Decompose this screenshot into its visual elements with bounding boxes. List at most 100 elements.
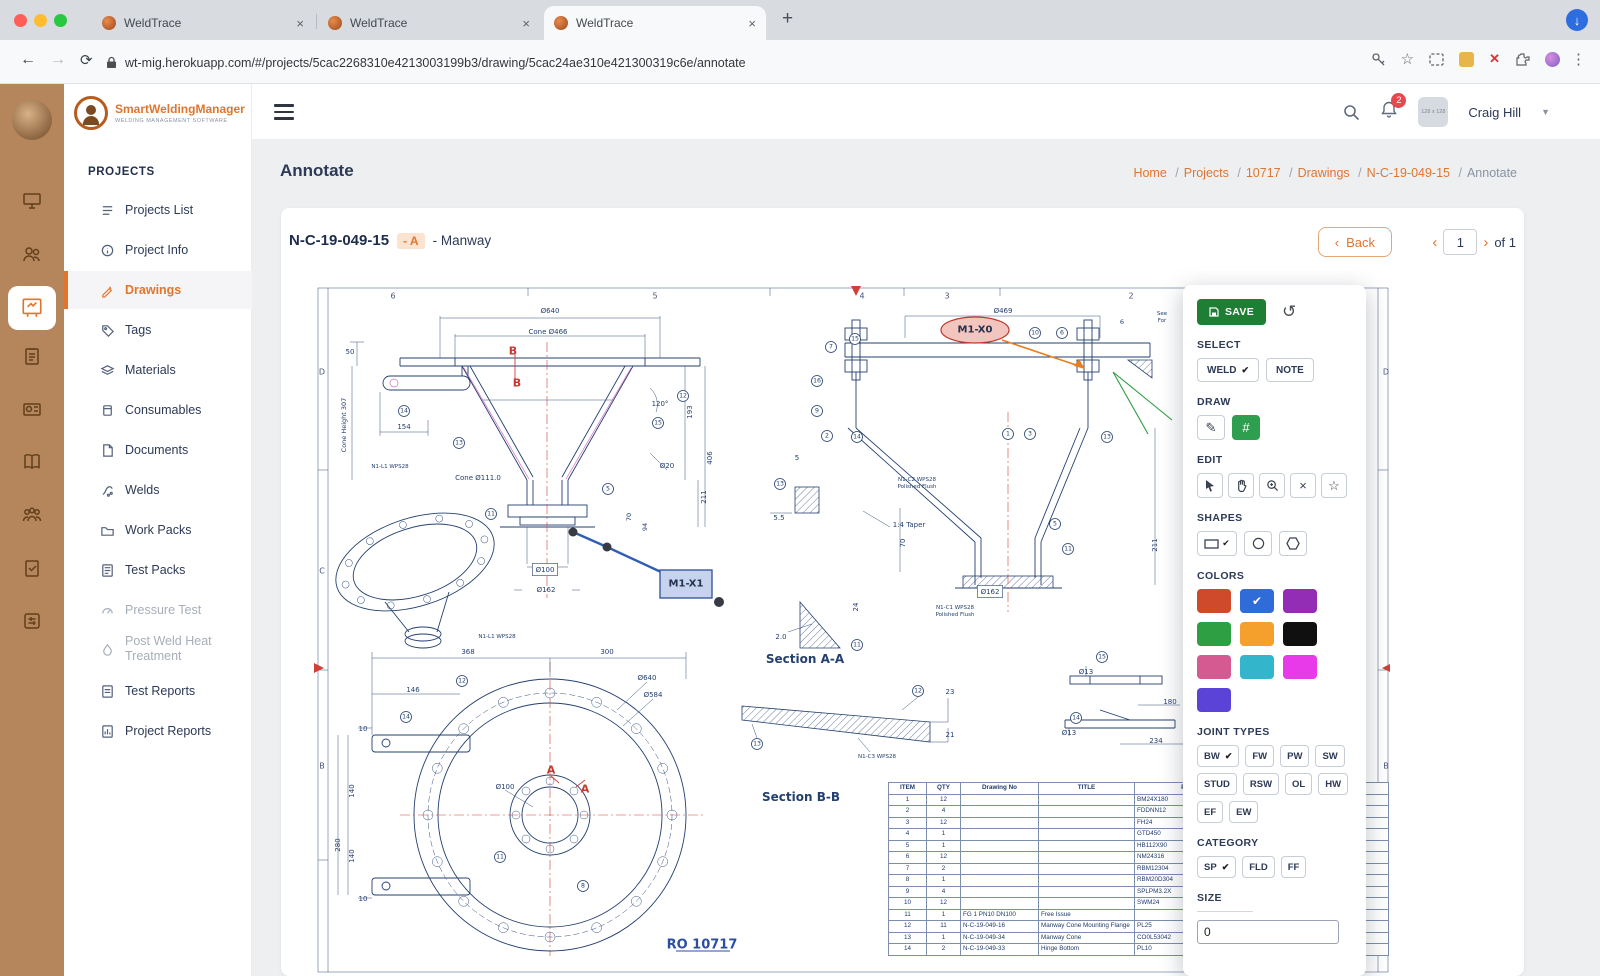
category-sp[interactable]: SP✔ bbox=[1197, 856, 1236, 878]
color-swatch[interactable] bbox=[1283, 655, 1317, 679]
sidebar-item-tags[interactable]: Tags bbox=[64, 311, 252, 349]
sidebar-item-consumables[interactable]: Consumables bbox=[64, 391, 252, 429]
color-swatch[interactable] bbox=[1283, 622, 1317, 646]
annotation-point[interactable] bbox=[714, 597, 724, 607]
color-swatch[interactable] bbox=[1240, 622, 1274, 646]
sidebar-item-test-packs[interactable]: Test Packs bbox=[64, 551, 252, 589]
draw-hash-button[interactable]: # bbox=[1232, 415, 1260, 440]
extension-blocker-icon[interactable]: ✕ bbox=[1489, 51, 1500, 67]
breadcrumb-drawings[interactable]: Drawings bbox=[1298, 166, 1362, 180]
page-next-icon[interactable]: › bbox=[1483, 234, 1488, 251]
color-swatch[interactable] bbox=[1197, 589, 1231, 613]
shape-hexagon-button[interactable] bbox=[1279, 531, 1307, 556]
extensions-puzzle-icon[interactable] bbox=[1515, 52, 1530, 67]
tab-close-icon[interactable]: × bbox=[748, 16, 756, 31]
rail-item-machine[interactable] bbox=[15, 392, 49, 426]
shape-rectangle-button[interactable]: ✔ bbox=[1197, 531, 1237, 556]
extension-highlighter-icon[interactable] bbox=[1459, 52, 1474, 67]
breadcrumb-drawing-number[interactable]: N-C-19-049-15 bbox=[1367, 166, 1462, 180]
select-note-button[interactable]: NOTE bbox=[1266, 358, 1314, 382]
joint-type-stud[interactable]: STUD bbox=[1197, 773, 1237, 795]
sidebar-item-materials[interactable]: Materials bbox=[64, 351, 252, 389]
color-swatch[interactable] bbox=[1197, 655, 1231, 679]
rail-item-settings[interactable] bbox=[15, 604, 49, 638]
back-nav-icon[interactable]: ← bbox=[20, 51, 36, 69]
sidebar-item-projects-list[interactable]: Projects List bbox=[64, 191, 252, 229]
rail-item-clipboard[interactable] bbox=[15, 339, 49, 373]
sidebar-item-project-reports[interactable]: Project Reports bbox=[64, 712, 252, 750]
color-swatch[interactable] bbox=[1283, 589, 1317, 613]
annotation-point[interactable] bbox=[569, 528, 578, 537]
rail-user-avatar[interactable] bbox=[12, 100, 52, 140]
annotation-point[interactable] bbox=[603, 543, 612, 552]
edit-cursor-button[interactable] bbox=[1197, 473, 1223, 498]
sidebar-item-welds[interactable]: Welds bbox=[64, 471, 252, 509]
color-swatch[interactable] bbox=[1197, 688, 1231, 712]
user-name[interactable]: Craig Hill bbox=[1468, 105, 1521, 120]
screenshot-icon[interactable] bbox=[1429, 53, 1444, 66]
browser-update-icon[interactable]: ↓ bbox=[1566, 9, 1588, 31]
rail-item-drawings[interactable] bbox=[8, 286, 56, 330]
joint-type-pw[interactable]: PW bbox=[1280, 745, 1309, 767]
joint-type-ew[interactable]: EW bbox=[1229, 801, 1258, 823]
sidebar-item-pressure-test[interactable]: Pressure Test bbox=[64, 591, 252, 629]
joint-type-rsw[interactable]: RSW bbox=[1243, 773, 1279, 795]
rail-item-tasks[interactable] bbox=[15, 551, 49, 585]
joint-type-ol[interactable]: OL bbox=[1285, 773, 1312, 795]
browser-tab[interactable]: WeldTrace × bbox=[92, 6, 314, 40]
search-icon[interactable] bbox=[1343, 104, 1360, 121]
color-swatch[interactable] bbox=[1240, 655, 1274, 679]
size-input[interactable] bbox=[1197, 920, 1339, 944]
shape-circle-button[interactable] bbox=[1244, 531, 1272, 556]
sidebar-item-documents[interactable]: Documents bbox=[64, 431, 252, 469]
joint-type-sw[interactable]: SW bbox=[1315, 745, 1344, 767]
page-number-input[interactable] bbox=[1443, 229, 1477, 255]
category-ff[interactable]: FF bbox=[1281, 856, 1307, 878]
new-tab-button[interactable]: + bbox=[782, 8, 793, 30]
category-fld[interactable]: FLD bbox=[1242, 856, 1274, 878]
browser-tab[interactable]: WeldTrace × bbox=[318, 6, 540, 40]
browser-tab-active[interactable]: WeldTrace × bbox=[544, 6, 766, 40]
color-swatch[interactable] bbox=[1197, 622, 1231, 646]
hamburger-menu-icon[interactable] bbox=[274, 104, 294, 124]
edit-delete-button[interactable]: × bbox=[1290, 473, 1316, 498]
breadcrumb-home[interactable]: Home bbox=[1133, 166, 1178, 180]
window-minimize-button[interactable] bbox=[34, 14, 47, 27]
rail-item-book[interactable] bbox=[15, 445, 49, 479]
app-logo[interactable]: SmartWeldingManager WELDING MANAGEMENT S… bbox=[74, 96, 245, 130]
reload-icon[interactable]: ⟳ bbox=[80, 51, 93, 69]
color-swatch-selected[interactable] bbox=[1240, 589, 1274, 613]
edit-zoom-button[interactable] bbox=[1259, 473, 1285, 498]
joint-type-fw[interactable]: FW bbox=[1245, 745, 1274, 767]
breadcrumb-project-number[interactable]: 10717 bbox=[1246, 166, 1293, 180]
rail-item-dashboard[interactable] bbox=[15, 184, 49, 218]
sidebar-item-test-reports[interactable]: Test Reports bbox=[64, 672, 252, 710]
save-button[interactable]: SAVE bbox=[1197, 299, 1266, 325]
address-bar[interactable]: wt-mig.herokuapp.com/#/projects/5cac2268… bbox=[106, 49, 1296, 76]
key-icon[interactable] bbox=[1371, 52, 1386, 67]
joint-type-ef[interactable]: EF bbox=[1197, 801, 1223, 823]
breadcrumb-projects[interactable]: Projects bbox=[1184, 166, 1241, 180]
tab-close-icon[interactable]: × bbox=[296, 16, 304, 31]
kebab-menu-icon[interactable]: ⋮ bbox=[1571, 50, 1586, 68]
sidebar-item-work-packs[interactable]: Work Packs bbox=[64, 511, 252, 549]
undo-icon[interactable]: ↺ bbox=[1282, 302, 1296, 322]
page-prev-icon[interactable]: ‹ bbox=[1432, 234, 1437, 251]
tab-close-icon[interactable]: × bbox=[522, 16, 530, 31]
edit-star-button[interactable]: ☆ bbox=[1321, 473, 1347, 498]
rail-item-people[interactable] bbox=[15, 237, 49, 271]
select-weld-button[interactable]: WELD✔ bbox=[1197, 358, 1259, 382]
forward-nav-icon[interactable]: → bbox=[50, 51, 66, 69]
extension-colorful-icon[interactable] bbox=[1545, 52, 1560, 67]
joint-type-hw[interactable]: HW bbox=[1318, 773, 1348, 795]
user-avatar[interactable]: 128 x 128 bbox=[1418, 97, 1448, 127]
back-button[interactable]: ‹Back bbox=[1318, 227, 1392, 257]
sidebar-item-project-info[interactable]: Project Info bbox=[64, 231, 252, 269]
edit-pan-button[interactable] bbox=[1228, 473, 1254, 498]
window-zoom-button[interactable] bbox=[54, 14, 67, 27]
bookmark-star-icon[interactable]: ☆ bbox=[1401, 50, 1414, 68]
rail-item-team[interactable] bbox=[15, 498, 49, 532]
draw-pencil-button[interactable]: ✎ bbox=[1197, 415, 1225, 440]
chevron-down-icon[interactable]: ▼ bbox=[1541, 107, 1550, 117]
sidebar-item-drawings[interactable]: Drawings bbox=[64, 271, 252, 309]
